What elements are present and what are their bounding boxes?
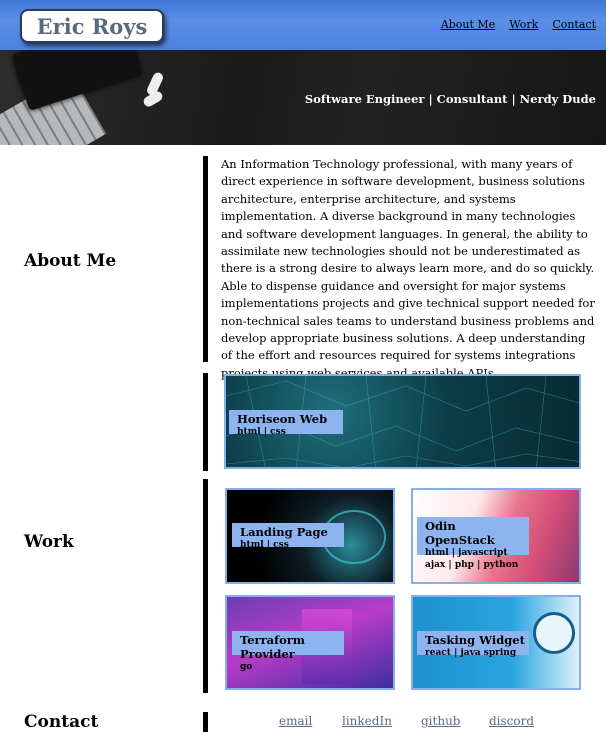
project-title: Odin OpenStack [425, 519, 495, 547]
email-link[interactable]: email [279, 714, 312, 728]
project-title: Tasking Widget [425, 633, 525, 647]
nav-contact-link[interactable]: Contact [552, 18, 596, 31]
project-tags: html | css [237, 427, 286, 437]
discord-link[interactable]: discord [489, 714, 534, 728]
nav-about-link[interactable]: About Me [441, 18, 495, 31]
about-text: An Information Technology professional, … [221, 157, 595, 380]
project-card-odin-openstack[interactable]: Odin OpenStack html | javascript ajax | … [411, 488, 581, 584]
project-label: Horiseon Web html | css [229, 410, 343, 437]
project-card-terraform-provider[interactable]: Terraform Provider go [225, 595, 395, 690]
work-heading: Work [24, 532, 74, 552]
project-label: Odin OpenStack html | javascript ajax | … [417, 517, 529, 570]
contact-heading: Contact [24, 712, 99, 732]
project-tags: html | css [240, 540, 289, 550]
site-header: Eric Roys About Me Work Contact [0, 0, 606, 50]
contact-divider [203, 712, 208, 732]
hero-banner: Software Engineer | Consultant | Nerdy D… [0, 50, 606, 145]
project-title: Horiseon Web [237, 412, 328, 426]
main-nav: About Me Work Contact [441, 18, 596, 31]
project-tags: html | javascript [425, 548, 508, 558]
magnifier-graphic [533, 612, 575, 654]
project-tags: react | java spring [425, 648, 517, 658]
project-tags: go [240, 662, 253, 672]
project-label: Tasking Widget react | java spring [417, 631, 529, 658]
work-divider [203, 373, 208, 471]
github-link[interactable]: github [421, 714, 460, 728]
project-card-tasking-widget[interactable]: Tasking Widget react | java spring [411, 595, 581, 690]
hero-tagline: Software Engineer | Consultant | Nerdy D… [304, 92, 596, 106]
project-title: Terraform Provider [240, 633, 305, 661]
about-heading: About Me [24, 251, 117, 271]
project-tags: ajax | php | python [425, 560, 519, 570]
site-logo[interactable]: Eric Roys [20, 9, 164, 43]
earbud-image [141, 89, 165, 109]
work-divider [203, 479, 208, 693]
project-label: Terraform Provider go [232, 631, 344, 672]
project-title: Landing Page [240, 525, 328, 539]
linkedin-link[interactable]: linkedIn [342, 714, 392, 728]
project-label: Landing Page html | css [232, 523, 344, 550]
about-divider [203, 156, 208, 362]
project-card-landing-page[interactable]: Landing Page html | css [225, 488, 395, 584]
nav-work-link[interactable]: Work [509, 18, 538, 31]
project-card-horiseon[interactable]: Horiseon Web html | css [224, 374, 581, 469]
